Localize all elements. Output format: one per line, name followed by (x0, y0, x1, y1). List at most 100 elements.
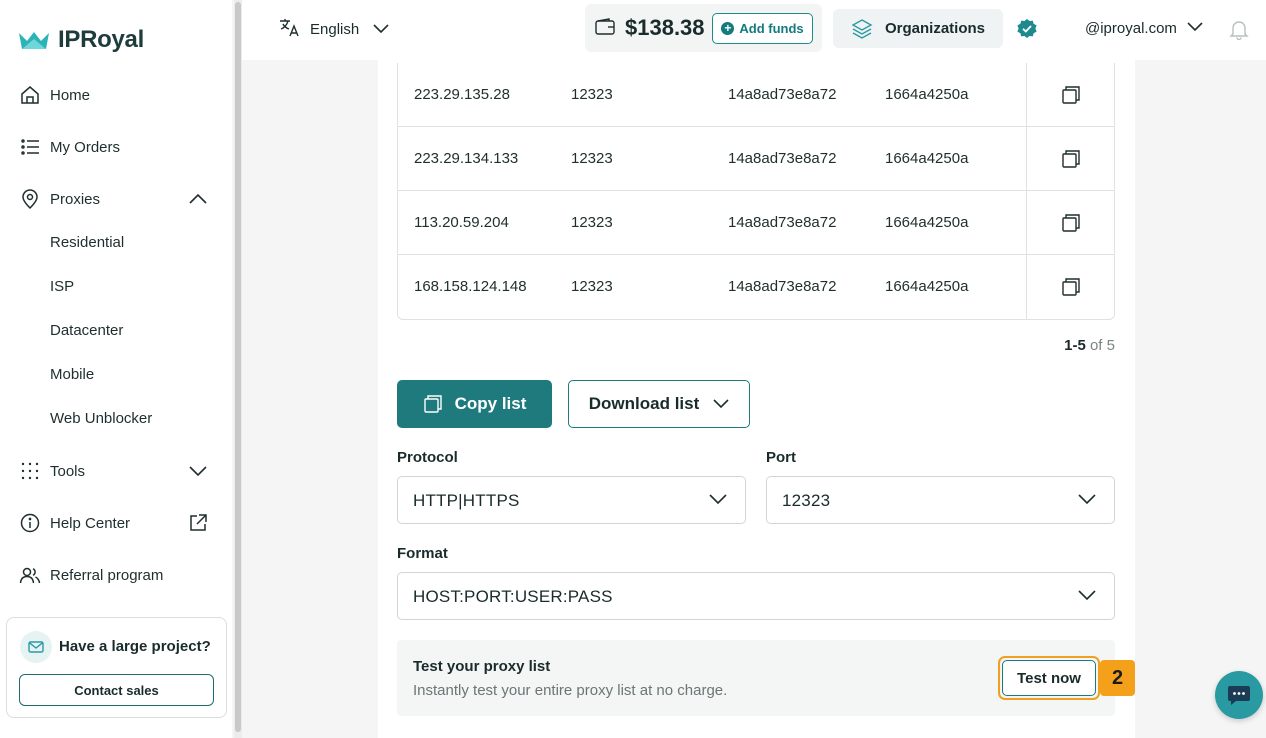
protocol-value: HTTP|HTTPS (413, 491, 520, 510)
format-label: Format (397, 545, 448, 562)
step-badge: 2 (1100, 660, 1135, 696)
sidebar-subitem-residential[interactable]: Residential (50, 229, 124, 257)
port-select[interactable]: 12323 (766, 476, 1115, 524)
pass-cell: 1664a4250a (885, 278, 969, 295)
balance-amount: $138.38 (625, 15, 705, 40)
test-now-highlight: Test now (998, 656, 1100, 700)
language-selector[interactable]: English (278, 16, 389, 43)
copy-icon (423, 395, 442, 413)
plus-icon: + (721, 22, 735, 35)
protocol-select[interactable]: HTTP|HTTPS (397, 476, 746, 524)
sidebar-item-home[interactable]: Home (18, 79, 214, 111)
list-icon (18, 135, 42, 159)
pager-range: 1-5 (1064, 337, 1086, 354)
pagination-info: 1-5 of 5 (1064, 337, 1115, 354)
sidebar-item-label: Tools (50, 462, 86, 480)
format-select[interactable]: HOST:PORT:USER:PASS (397, 572, 1115, 620)
user-cell: 14a8ad73e8a72 (728, 150, 837, 167)
chevron-down-icon (713, 399, 729, 409)
copy-icon (1061, 214, 1080, 232)
brand-name: IPRoyal (58, 26, 144, 53)
table-row: 168.158.124.148 12323 14a8ad73e8a72 1664… (398, 255, 1114, 319)
chat-button[interactable] (1215, 671, 1263, 719)
layers-icon (851, 18, 873, 40)
chat-icon (1228, 686, 1250, 705)
sidebar-subitem-isp[interactable]: ISP (50, 273, 74, 301)
sidebar-scrollbar[interactable] (234, 0, 242, 738)
table-row: 223.29.135.28 12323 14a8ad73e8a72 1664a4… (398, 63, 1114, 127)
crown-logo-icon (19, 32, 49, 49)
contact-sales-button[interactable]: Contact sales (19, 674, 214, 706)
proxy-table: 223.29.135.28 12323 14a8ad73e8a72 1664a4… (397, 63, 1115, 320)
organizations-button[interactable]: Organizations (833, 9, 1003, 48)
logo[interactable]: IPRoyal (18, 26, 144, 54)
download-list-button[interactable]: Download list (568, 380, 750, 428)
port-cell: 12323 (571, 214, 613, 231)
copy-row-button[interactable] (1026, 255, 1114, 319)
scrollbar-thumb[interactable] (235, 2, 241, 732)
add-funds-label: Add funds (739, 21, 804, 36)
chevron-down-icon (1078, 494, 1096, 505)
pass-cell: 1664a4250a (885, 214, 969, 231)
copy-row-button[interactable] (1026, 63, 1114, 127)
test-now-button[interactable]: Test now (1002, 660, 1096, 696)
chevron-down-icon (373, 21, 389, 39)
test-proxy-panel: Test your proxy list Instantly test your… (397, 640, 1115, 716)
pass-cell: 1664a4250a (885, 86, 969, 103)
balance-box: $138.38 + Add funds (585, 4, 822, 52)
account-email: @iproyal.com (1085, 19, 1177, 37)
organizations-label: Organizations (885, 20, 986, 37)
port-label: Port (766, 449, 796, 466)
sidebar-item-label: Proxies (50, 190, 101, 208)
sidebar-item-label: Help Center (50, 514, 131, 532)
sidebar-subitem-mobile[interactable]: Mobile (50, 361, 94, 389)
sidebar: IPRoyal Home My Orders Proxies Residenti… (0, 0, 232, 738)
sidebar-item-referral-program[interactable]: Referral program (18, 559, 214, 591)
ip-cell: 223.29.134.133 (414, 150, 519, 167)
user-cell: 14a8ad73e8a72 (728, 86, 837, 103)
verified-badge-icon (1016, 18, 1038, 45)
sidebar-item-label: Referral program (50, 566, 164, 584)
test-subtitle: Instantly test your entire proxy list at… (413, 682, 728, 699)
download-list-label: Download list (588, 394, 700, 413)
sidebar-item-proxies[interactable]: Proxies (18, 183, 214, 215)
sidebar-subitem-web-unblocker[interactable]: Web Unblocker (50, 405, 152, 433)
sidebar-item-label: My Orders (50, 138, 121, 156)
chevron-down-icon (1187, 19, 1203, 37)
proxy-list-card: 223.29.135.28 12323 14a8ad73e8a72 1664a4… (378, 60, 1135, 738)
copy-list-label: Copy list (454, 394, 527, 413)
add-funds-button[interactable]: + Add funds (712, 13, 813, 44)
external-link-icon (186, 511, 210, 535)
wallet-icon (595, 18, 615, 41)
sidebar-item-tools[interactable]: Tools (18, 455, 214, 487)
promo-title: Have a large project? (59, 638, 211, 655)
translate-icon (278, 16, 300, 43)
top-bar: English $138.38 + Add funds Organization… (242, 0, 1266, 60)
chevron-up-icon[interactable] (186, 187, 210, 211)
format-value: HOST:PORT:USER:PASS (413, 587, 613, 606)
copy-icon (1061, 278, 1080, 296)
pass-cell: 1664a4250a (885, 150, 969, 167)
copy-list-button[interactable]: Copy list (397, 380, 552, 428)
location-pin-icon (18, 187, 42, 211)
grid-dots-icon (18, 459, 42, 483)
port-cell: 12323 (571, 86, 613, 103)
table-row: 223.29.134.133 12323 14a8ad73e8a72 1664a… (398, 127, 1114, 191)
port-value: 12323 (782, 491, 831, 510)
test-title: Test your proxy list (413, 658, 551, 675)
bell-icon[interactable] (1228, 18, 1250, 45)
ip-cell: 223.29.135.28 (414, 86, 510, 103)
copy-icon (1061, 150, 1080, 168)
sidebar-item-my-orders[interactable]: My Orders (18, 131, 214, 163)
copy-row-button[interactable] (1026, 191, 1114, 255)
sidebar-item-help-center[interactable]: Help Center (18, 507, 214, 539)
table-row: 113.20.59.204 12323 14a8ad73e8a72 1664a4… (398, 191, 1114, 255)
large-project-promo: Have a large project? Contact sales (6, 617, 227, 718)
sidebar-subitem-datacenter[interactable]: Datacenter (50, 317, 123, 345)
copy-row-button[interactable] (1026, 127, 1114, 191)
chevron-down-icon[interactable] (186, 459, 210, 483)
account-menu[interactable]: @iproyal.com (1085, 19, 1203, 37)
sidebar-item-label: Home (50, 86, 91, 104)
ip-cell: 168.158.124.148 (414, 278, 527, 295)
protocol-label: Protocol (397, 449, 458, 466)
